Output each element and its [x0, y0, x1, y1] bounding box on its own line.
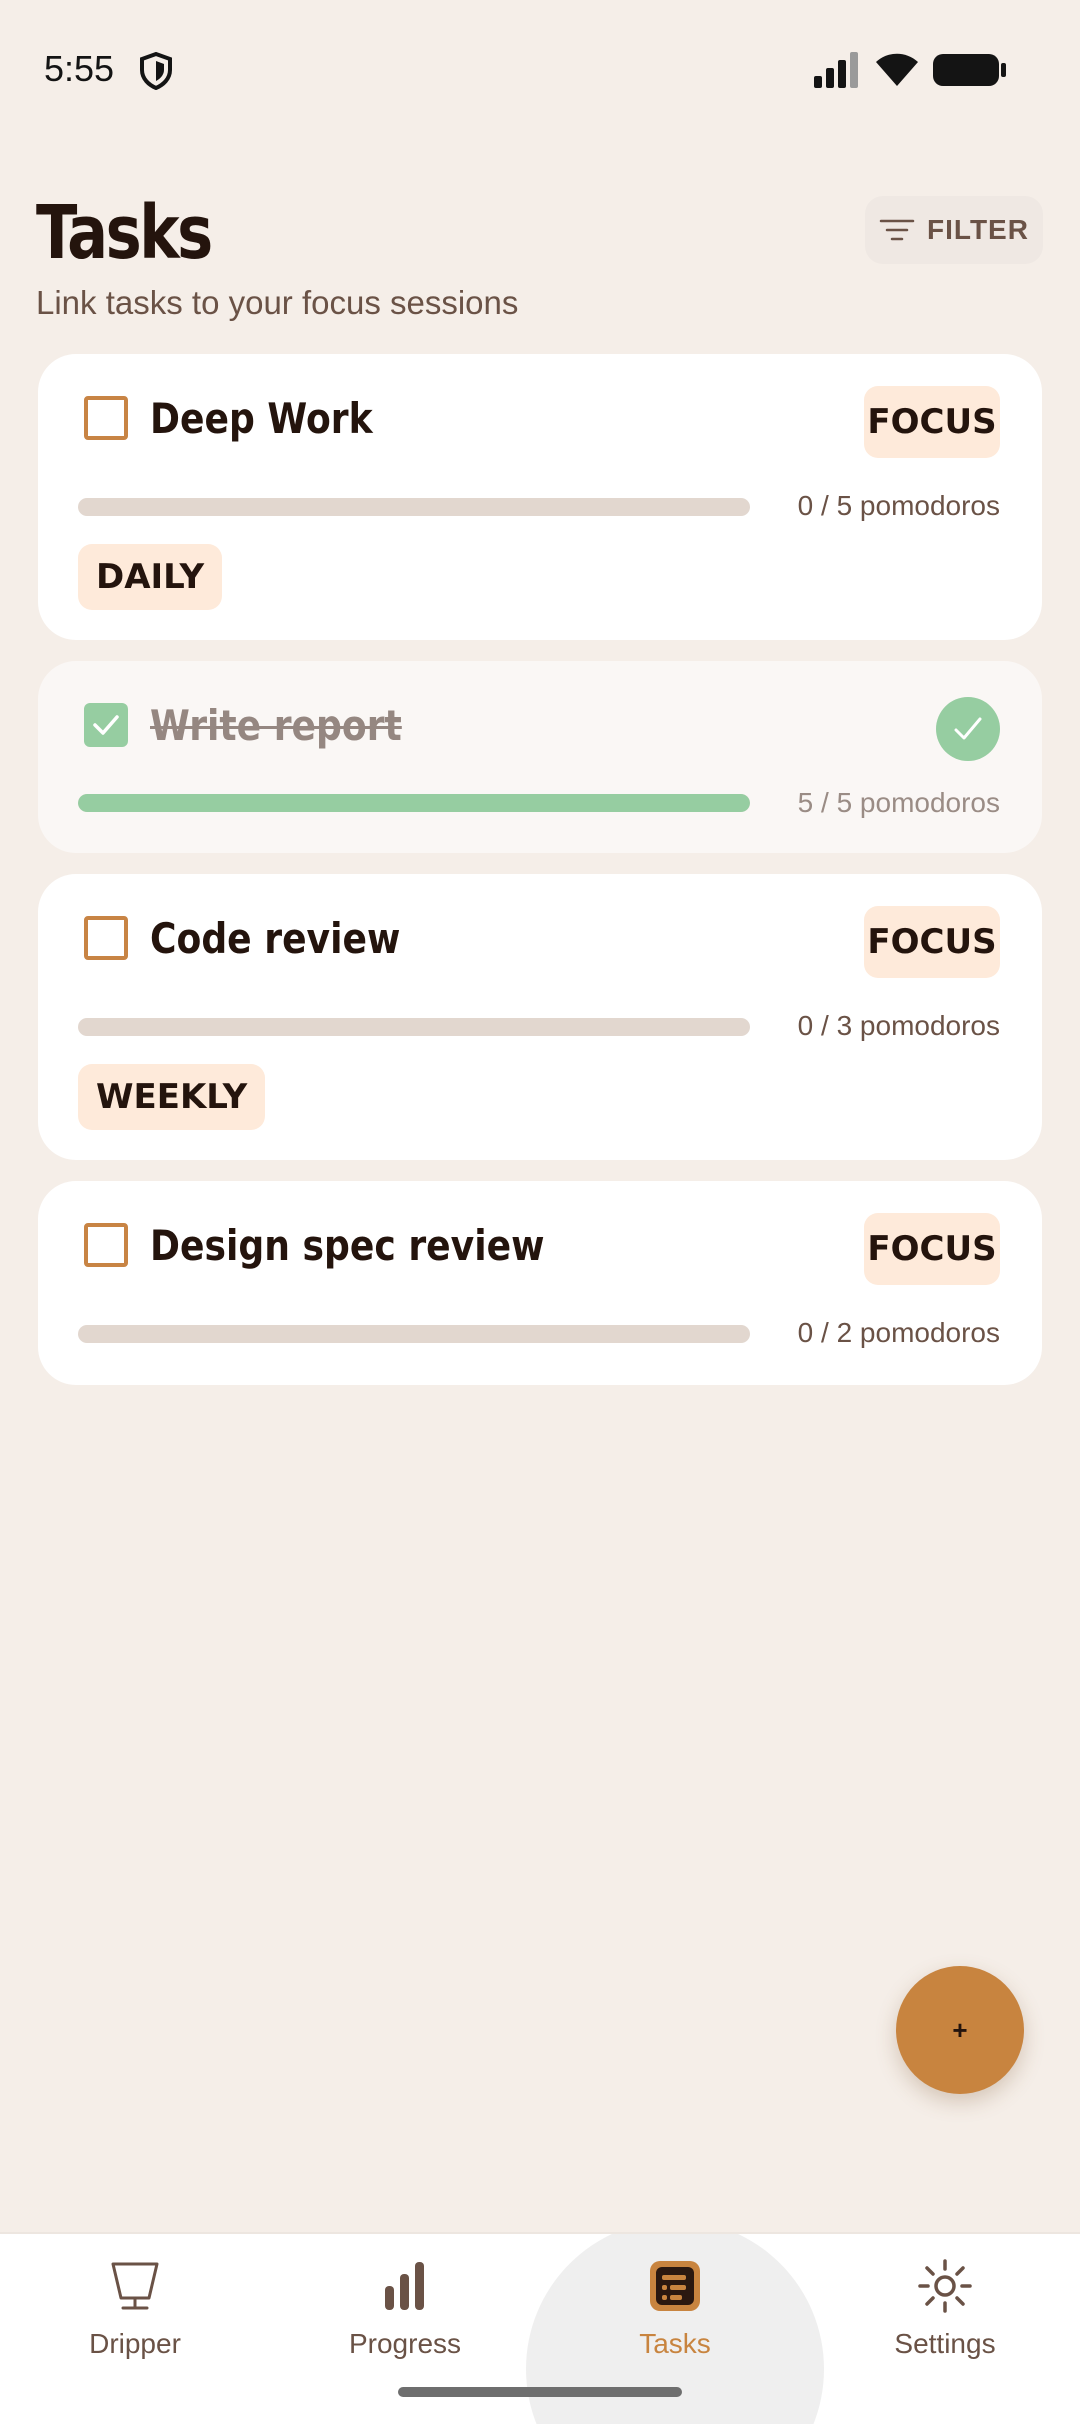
task-title: Deep Work [150, 394, 373, 443]
recurrence-tag: WEEKLY [78, 1064, 266, 1130]
nav-label: Dripper [89, 2328, 181, 2359]
check-icon [93, 715, 119, 735]
nav-item-settings[interactable]: Settings [810, 2234, 1080, 2424]
progress-text: 0 / 5 pomodoros [797, 490, 1000, 521]
task-checkbox-checked[interactable] [84, 703, 128, 747]
task-card[interactable]: Write report 5 / 5 pomodoros [38, 661, 1042, 853]
dripper-icon [111, 2262, 159, 2310]
progress-fill [78, 794, 750, 812]
progress-bar [78, 1325, 750, 1343]
progress-text: 5 / 5 pomodoros [797, 787, 1000, 818]
recurrence-tag: DAILY [78, 544, 223, 610]
nav-item-dripper[interactable]: Dripper [0, 2234, 270, 2424]
focus-tag: FOCUS [864, 386, 1000, 458]
bar-chart-icon [385, 2262, 424, 2310]
battery-icon [933, 54, 1006, 86]
shield-icon [140, 52, 172, 90]
nav-label: Progress [348, 2328, 462, 2359]
page-title: Tasks [36, 190, 213, 276]
add-task-button[interactable]: + [896, 1966, 1024, 2094]
nav-label: Tasks [639, 2328, 711, 2359]
task-title: Code review [150, 914, 401, 963]
task-title: Write report [150, 701, 402, 750]
home-indicator [398, 2387, 682, 2397]
status-time: 5:55 [44, 48, 115, 89]
filter-label: FILTER [927, 214, 1029, 245]
task-checkbox[interactable] [84, 916, 128, 960]
page-subtitle: Link tasks to your focus sessions [36, 284, 519, 321]
task-card[interactable]: Code review FOCUS 0 / 3 pomodoros WEEKLY [38, 874, 1042, 1160]
task-checkbox[interactable] [84, 1223, 128, 1267]
signal-icon [814, 52, 858, 88]
tasks-icon [650, 2261, 700, 2311]
focus-tag: FOCUS [864, 1213, 1000, 1285]
progress-bar [78, 794, 750, 812]
focus-tag: FOCUS [864, 906, 1000, 978]
progress-text: 0 / 3 pomodoros [797, 1010, 1000, 1041]
task-title: Design spec review [150, 1221, 545, 1270]
task-checkbox[interactable] [84, 396, 128, 440]
completed-check-icon [936, 697, 1000, 761]
filter-lines-icon [879, 219, 915, 241]
progress-bar [78, 498, 750, 516]
tasks-screen: 5:55 Tasks Link tasks to your focus sess… [0, 0, 1080, 2424]
task-card[interactable]: Deep Work FOCUS 0 / 5 pomodoros DAILY [38, 354, 1042, 640]
progress-text: 0 / 2 pomodoros [797, 1317, 1000, 1348]
wifi-icon [876, 53, 918, 86]
task-card[interactable]: Design spec review FOCUS 0 / 2 pomodoros [38, 1181, 1042, 1385]
gear-icon [918, 2259, 972, 2313]
nav-label: Settings [894, 2328, 996, 2359]
status-bar: 5:55 [0, 0, 1080, 140]
filter-button[interactable]: FILTER [865, 196, 1043, 264]
progress-bar [78, 1018, 750, 1036]
